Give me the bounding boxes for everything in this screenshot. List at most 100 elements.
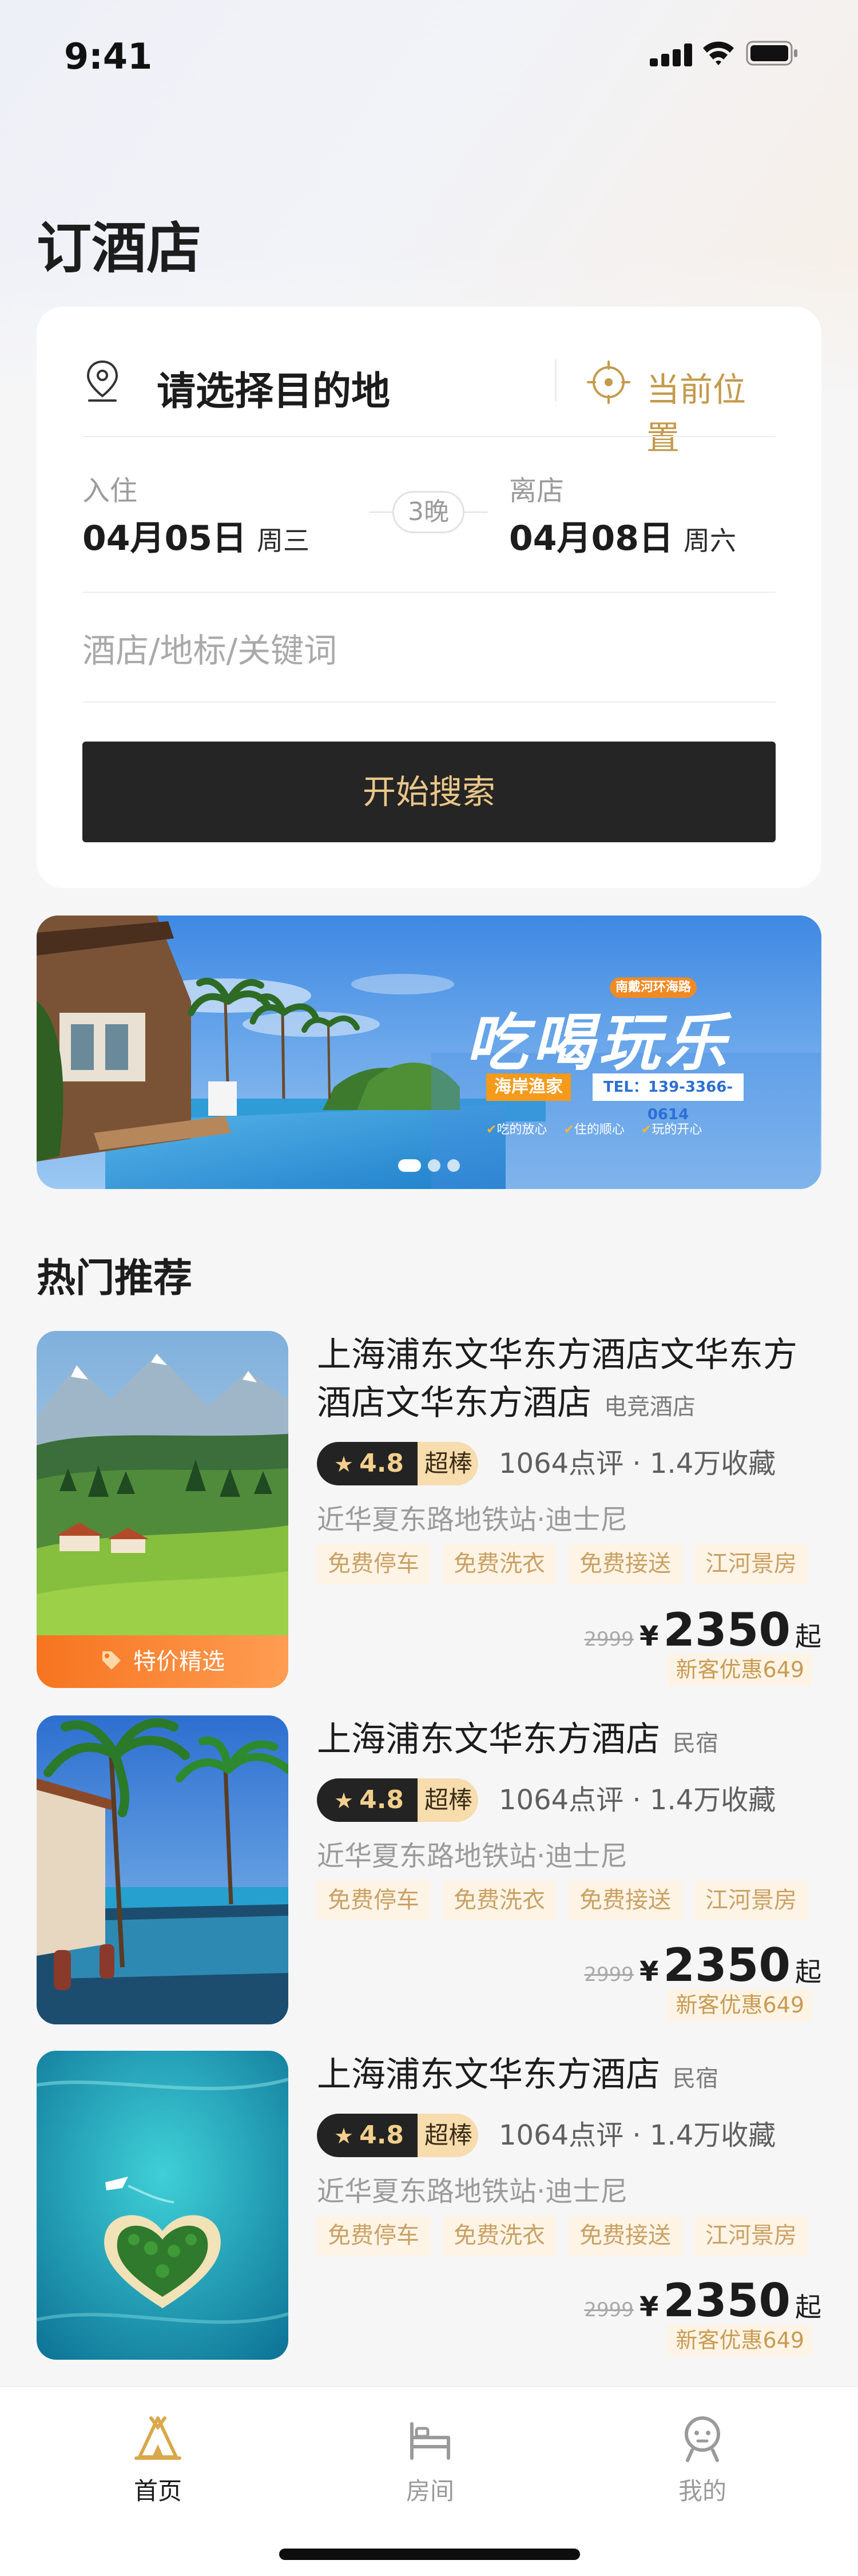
tab-home[interactable]: 首页 bbox=[89, 2412, 227, 2507]
amenity-tag: 免费停车 bbox=[317, 1880, 430, 1920]
banner-tel: TEL：139-3366-0614 bbox=[593, 1073, 744, 1123]
tab-label: 我的 bbox=[678, 2477, 726, 2505]
currency-symbol: ¥ bbox=[639, 1620, 659, 1652]
score-value: 4.8 bbox=[359, 1785, 404, 1814]
current-location-button[interactable]: 当前位置 bbox=[646, 363, 776, 459]
original-price: 2999 bbox=[584, 1628, 634, 1651]
section-title: 热门推荐 bbox=[37, 1256, 193, 1301]
amenity-tag: 免费洗衣 bbox=[443, 1544, 556, 1584]
pagination-dot[interactable] bbox=[398, 1159, 421, 1172]
rating-badge: 超棒 bbox=[418, 1778, 478, 1822]
checkout-label: 离店 bbox=[509, 475, 565, 507]
checkout-date[interactable]: 04月08日 周六 bbox=[509, 510, 736, 560]
review-count: 1064点评 · 1.4万收藏 bbox=[499, 2119, 776, 2151]
checkin-date-value: 04月05日 bbox=[82, 518, 247, 558]
divider bbox=[82, 592, 776, 593]
tent-icon bbox=[134, 2416, 181, 2460]
divider bbox=[82, 436, 776, 437]
hotel-photo bbox=[37, 1715, 288, 2024]
tab-label: 房间 bbox=[406, 2477, 454, 2505]
amenity-tag: 江河景房 bbox=[694, 1544, 808, 1584]
promo-label: 新客优惠649 bbox=[668, 1989, 812, 2021]
pagination-dot[interactable] bbox=[428, 1159, 440, 1172]
star-icon: ★ bbox=[334, 1788, 354, 1813]
price-suffix: 起 bbox=[795, 2292, 821, 2323]
hotel-photo: 特价精选 bbox=[37, 1331, 288, 1688]
original-price: 2999 bbox=[584, 2298, 634, 2321]
ribbon-label: 特价精选 bbox=[133, 1648, 225, 1675]
destination-input[interactable]: 请选择目的地 bbox=[157, 359, 390, 416]
promo-label: 新客优惠649 bbox=[668, 2324, 812, 2356]
banner-pagination bbox=[398, 1159, 467, 1172]
divider bbox=[555, 359, 557, 402]
hotel-type: 民宿 bbox=[673, 2066, 718, 2092]
rating-score: ★ 4.8 bbox=[317, 1778, 418, 1822]
amenity-tag: 江河景房 bbox=[694, 2216, 808, 2256]
score-value: 4.8 bbox=[359, 1449, 404, 1478]
price-value: 2350 bbox=[663, 2274, 791, 2327]
start-search-button[interactable]: 开始搜索 bbox=[82, 742, 776, 842]
amenity-tag: 免费洗衣 bbox=[443, 2216, 556, 2256]
price-suffix: 起 bbox=[795, 1621, 821, 1652]
hotel-card[interactable]: 上海浦东文华东方酒店 民宿 ★ 4.8 超棒 1064点评 · 1.4万收藏 近华夏… bbox=[37, 2051, 821, 2360]
promo-label: 新客优惠649 bbox=[668, 1654, 812, 1686]
bottom-tab-bar: 首页 房间 我的 bbox=[0, 2386, 858, 2576]
page-title: 订酒店 bbox=[37, 216, 201, 280]
price-suffix: 起 bbox=[795, 1956, 821, 1987]
hotel-name[interactable]: 上海浦东文华东方酒店 民宿 bbox=[317, 2051, 820, 2103]
wifi-icon bbox=[703, 41, 734, 65]
amenity-tag: 免费接送 bbox=[569, 1880, 682, 1920]
home-indicator bbox=[279, 2549, 580, 2560]
banner-headline: 吃喝玩乐 bbox=[466, 1008, 732, 1079]
profile-icon bbox=[685, 2416, 720, 2462]
banner-brand: 海岸渔家 bbox=[486, 1073, 571, 1101]
amenity-tags: 免费停车 免费洗衣 免费接送 江河景房 bbox=[317, 2216, 820, 2256]
hotel-name[interactable]: 上海浦东文华东方酒店 民宿 bbox=[317, 1715, 820, 1767]
hotel-photo-mountain bbox=[37, 1331, 288, 1688]
amenity-tag: 免费接送 bbox=[569, 1544, 682, 1584]
signal-icon bbox=[650, 43, 692, 66]
locate-target-icon[interactable] bbox=[587, 360, 630, 404]
banner-feature: 玩的开心 bbox=[652, 1123, 702, 1137]
checkin-date[interactable]: 04月05日 周三 bbox=[82, 510, 309, 560]
nights-count: 3晚 bbox=[392, 491, 464, 533]
amenity-tag: 免费停车 bbox=[317, 1544, 430, 1584]
banner-feature: 住的顺心 bbox=[574, 1123, 625, 1137]
checkout-weekday: 周六 bbox=[684, 525, 736, 556]
battery-icon bbox=[746, 41, 797, 66]
tab-rooms[interactable]: 房间 bbox=[362, 2412, 499, 2507]
hotel-price: 2999 ¥2350 起 bbox=[478, 1603, 821, 1656]
tab-profile[interactable]: 我的 bbox=[634, 2412, 771, 2507]
checkin-weekday: 周三 bbox=[257, 525, 309, 556]
hotel-location: 近华夏东路地铁站·迪士尼 bbox=[317, 1504, 628, 1536]
promo-banner[interactable]: 南戴河环海路 吃喝玩乐 海岸渔家 TEL：139-3366-0614 ✔吃的放心… bbox=[37, 916, 821, 1189]
checkin-label: 入住 bbox=[82, 475, 138, 507]
amenity-tags: 免费停车 免费洗衣 免费接送 江河景房 bbox=[317, 1880, 820, 1920]
checkout-date-value: 04月08日 bbox=[509, 518, 673, 558]
hotel-price: 2999 ¥2350 起 bbox=[478, 1939, 821, 1992]
hotel-price: 2999 ¥2350 起 bbox=[478, 2274, 821, 2327]
amenity-tag: 免费停车 bbox=[317, 2216, 430, 2256]
star-icon: ★ bbox=[334, 1452, 354, 1477]
bed-icon bbox=[410, 2422, 450, 2460]
destination-row: 请选择目的地 当前位置 bbox=[82, 347, 776, 457]
hotel-card[interactable]: 上海浦东文华东方酒店 民宿 ★ 4.8 超棒 1064点评 · 1.4万收藏 近华夏… bbox=[37, 1715, 821, 2024]
hotel-photo-island bbox=[37, 2051, 288, 2360]
hotel-name-text: 上海浦东文华东方酒店文华东方酒店文华东方酒店 bbox=[317, 1335, 797, 1423]
star-icon: ★ bbox=[334, 2123, 354, 2149]
location-pin-icon bbox=[86, 360, 118, 402]
hotel-location: 近华夏东路地铁站·迪士尼 bbox=[317, 1840, 628, 1872]
score-value: 4.8 bbox=[359, 2121, 404, 2150]
hotel-name[interactable]: 上海浦东文华东方酒店文华东方酒店文华东方酒店 电竞酒店 bbox=[317, 1331, 820, 1431]
hotel-card[interactable]: 特价精选 上海浦东文华东方酒店文华东方酒店文华东方酒店 电竞酒店 ★ 4.8 超棒 … bbox=[37, 1331, 821, 1688]
rating-score: ★ 4.8 bbox=[317, 2114, 418, 2157]
status-time: 9:41 bbox=[64, 35, 153, 77]
review-count: 1064点评 · 1.4万收藏 bbox=[499, 1448, 776, 1480]
rating-badge: 超棒 bbox=[418, 1442, 478, 1485]
pagination-dot[interactable] bbox=[447, 1159, 460, 1172]
amenity-tag: 免费洗衣 bbox=[443, 1880, 556, 1920]
review-count: 1064点评 · 1.4万收藏 bbox=[499, 1784, 776, 1816]
tab-label: 首页 bbox=[133, 2477, 182, 2505]
keyword-input[interactable]: 酒店/地标/关键词 bbox=[82, 624, 337, 672]
price-tag-icon bbox=[102, 1651, 121, 1670]
